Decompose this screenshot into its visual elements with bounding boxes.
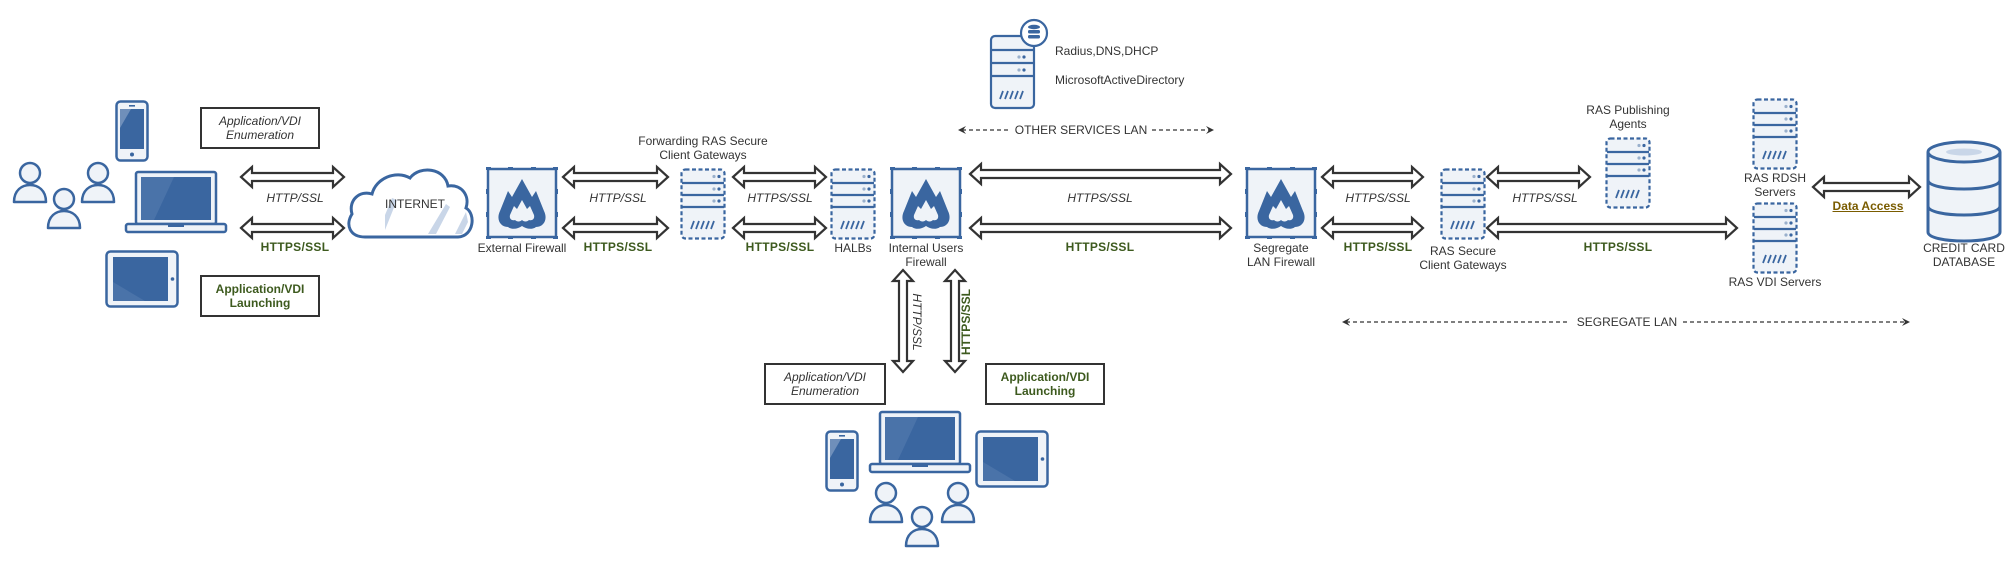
arrow-ext-https: [239, 215, 346, 241]
internal-firewall-label-2: Firewall: [905, 255, 947, 269]
link-label-vdi-https: HTTPS/SSL: [1583, 240, 1653, 254]
link-label-ext-http: HTTP/SSL: [266, 191, 324, 205]
link-label-gw-https-top: HTTPS/SSL: [747, 191, 813, 205]
publishing-agents-label-1: RAS Publishing: [1586, 103, 1670, 117]
other-services-label-2: MicrosoftActiveDirectory: [1055, 73, 1185, 87]
external-users-group: [12, 100, 228, 308]
other-services-label-1: Radius,DNS,DHCP: [1055, 44, 1159, 58]
link-label-fw-https: HTTPS/SSL: [583, 240, 653, 254]
box-line: Enumeration: [790, 384, 860, 398]
publishing-agents-label-2: Agents: [1609, 117, 1647, 131]
box-line: Application/VDI: [218, 114, 302, 128]
halbs-server-icon: [830, 168, 876, 240]
user-icon: [904, 505, 940, 548]
internet-label: INTERNET: [385, 197, 445, 211]
box-line: Application/VDI: [1000, 370, 1090, 384]
arrow-pub-https: [1485, 164, 1592, 190]
credit-card-database-icon: [1926, 140, 2002, 243]
link-label-core-https-top: HTTPS/SSL: [1067, 191, 1133, 205]
arrow-data-access: [1811, 174, 1922, 200]
tablet-icon: [105, 250, 179, 308]
forwarding-gateway-server-icon: [680, 168, 726, 240]
link-label-gw-https-bottom: HTTPS/SSL: [745, 240, 815, 254]
user-icon: [940, 481, 976, 524]
internal-firewall-label-1: Internal Users: [888, 241, 964, 255]
ras-gateways-label-2: Client Gateways: [1419, 258, 1507, 272]
internal-users-firewall-icon: [890, 167, 962, 239]
segregate-firewall-label-1: Segregate: [1253, 241, 1309, 255]
forwarding-gateways-label-2: Client Gateways: [659, 148, 747, 162]
external-enumeration-box: Application/VDI Enumeration: [200, 107, 320, 149]
external-firewall-icon: [486, 167, 558, 239]
user-icon: [868, 481, 904, 524]
ras-gateways-label-1: RAS Secure: [1429, 244, 1497, 258]
phone-icon: [825, 430, 859, 492]
laptop-icon: [868, 410, 972, 474]
link-label-pub-https: HTTPS/SSL: [1512, 191, 1578, 205]
user-icon: [80, 161, 116, 204]
arrow-core-https-top: [968, 161, 1233, 187]
tablet-icon: [975, 430, 1049, 488]
arrow-gw-https-top: [731, 164, 828, 190]
user-icon: [12, 161, 48, 204]
vdi-server-icon: [1752, 202, 1798, 274]
segregate-lan-label: SEGREGATE LAN: [1576, 315, 1678, 329]
ras-gateway-server-icon: [1440, 168, 1486, 240]
link-label-internal-http: HTTP/SSL: [910, 293, 924, 351]
rdsh-servers-label-2: Servers: [1754, 185, 1796, 199]
internal-enumeration-box: Application/VDI Enumeration: [764, 363, 886, 405]
phone-icon: [115, 100, 149, 162]
box-line: Application/VDI: [783, 370, 867, 384]
external-launching-box: Application/VDI Launching: [200, 275, 320, 317]
data-access-link-text[interactable]: Data Access: [1833, 199, 1904, 213]
box-line: Enumeration: [225, 128, 295, 142]
arrow-seg-https-top: [1320, 164, 1425, 190]
internal-users-group: [825, 410, 1049, 548]
arrow-seg-https-bottom: [1320, 215, 1425, 241]
laptop-icon: [124, 170, 228, 234]
link-label-seg-https-top: HTTPS/SSL: [1345, 191, 1411, 205]
link-label-ext-https: HTTPS/SSL: [260, 240, 330, 254]
database-label-2: DATABASE: [1932, 255, 1996, 269]
vdi-servers-label: RAS VDI Servers: [1728, 275, 1822, 289]
publishing-agents-server-icon: [1605, 137, 1651, 209]
arrow-fw-http: [561, 164, 670, 190]
database-label-1: CREDIT CARD: [1923, 241, 2005, 255]
box-line: Launching: [229, 296, 291, 310]
box-line: Launching: [1014, 384, 1076, 398]
data-access-link[interactable]: Data Access: [1818, 199, 1918, 213]
other-services-server: [989, 18, 1049, 110]
external-firewall-label: External Firewall: [477, 241, 567, 255]
box-line: Application/VDI: [215, 282, 305, 296]
arrow-gw-https-bottom: [731, 215, 828, 241]
forwarding-gateways-label-1: Forwarding RAS Secure: [638, 134, 768, 148]
internal-launching-box: Application/VDI Launching: [985, 363, 1105, 405]
arrow-ext-http: [239, 164, 346, 190]
arrow-core-https-bottom: [968, 215, 1233, 241]
segregate-lan-firewall-icon: [1245, 167, 1317, 239]
arrow-fw-https: [561, 215, 670, 241]
link-label-core-https-bottom: HTTPS/SSL: [1065, 240, 1135, 254]
arrow-vdi-https: [1485, 215, 1739, 241]
halbs-label: HALBs: [834, 241, 872, 255]
rdsh-server-icon: [1752, 98, 1798, 170]
link-label-internal-https: HTTPS/SSL: [959, 289, 973, 356]
link-label-fw-http: HTTP/SSL: [589, 191, 647, 205]
user-icon: [46, 187, 82, 230]
segregate-firewall-label-2: LAN Firewall: [1246, 255, 1315, 269]
other-services-lan-label: OTHER SERVICES LAN: [1014, 123, 1148, 137]
rdsh-servers-label-1: RAS RDSH: [1743, 171, 1806, 185]
